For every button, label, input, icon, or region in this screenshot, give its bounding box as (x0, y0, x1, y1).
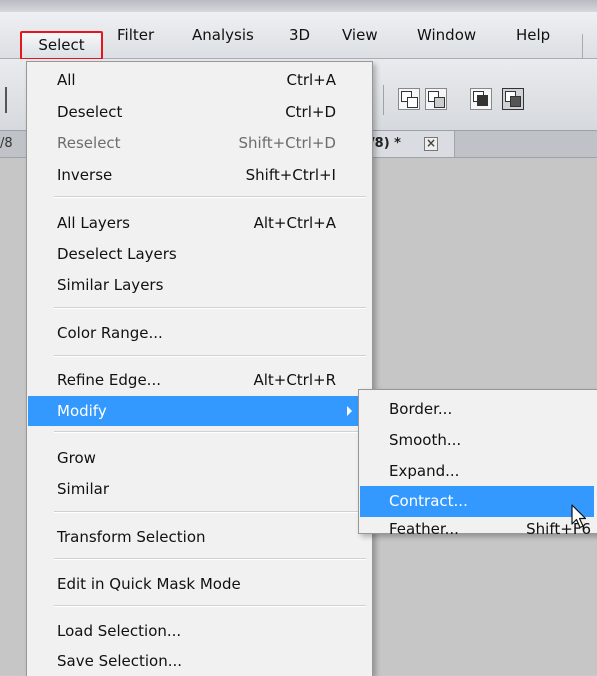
menu-bar: Select Filter Analysis 3D View Window He… (0, 12, 597, 62)
menu-item-all[interactable]: All Ctrl+A (28, 65, 369, 95)
menu-item-inverse[interactable]: Inverse Shift+Ctrl+I (28, 160, 369, 190)
menu-3d[interactable]: 3D (289, 12, 310, 58)
add-to-selection-icon[interactable] (425, 88, 447, 110)
submenu-item-border[interactable]: Border... (360, 394, 594, 425)
submenu-item-label: Smooth... (389, 431, 462, 449)
menu-select-label: Select (38, 36, 85, 54)
window-top-strip (0, 0, 597, 12)
menu-item-label: Modify (57, 402, 107, 420)
menu-filter[interactable]: Filter (117, 12, 154, 58)
menu-item-label: Transform Selection (57, 528, 206, 546)
menu-item-quick-mask[interactable]: Edit in Quick Mask Mode (28, 569, 369, 599)
mouse-pointer-icon (571, 504, 587, 529)
menu-item-label: Save Selection... (57, 652, 183, 670)
intersect-selection-icon[interactable] (502, 88, 524, 110)
menu-item-load-selection[interactable]: Load Selection... (28, 616, 369, 646)
options-bar-grip (5, 87, 7, 113)
menu-item-grow[interactable]: Grow (28, 443, 369, 473)
options-divider (383, 85, 384, 115)
menu-separator (54, 511, 366, 513)
menu-item-shortcut: Shift+Ctrl+I (245, 166, 336, 184)
menu-item-refine-edge[interactable]: Refine Edge... Alt+Ctrl+R (28, 365, 369, 395)
menu-item-label: All (57, 71, 76, 89)
submenu-item-label: Border... (389, 400, 453, 418)
menu-separator (54, 355, 366, 357)
menu-separator (54, 605, 366, 607)
menu-item-label: Color Range... (57, 324, 163, 342)
submenu-item-label: Contract... (389, 492, 468, 510)
menu-item-shortcut: Alt+Ctrl+R (253, 371, 336, 389)
menu-item-label: Deselect (57, 103, 123, 121)
menu-separator (54, 196, 366, 198)
submenu-arrow-icon (347, 406, 352, 416)
menu-window[interactable]: Window (417, 12, 476, 58)
menu-item-label: Grow (57, 449, 96, 467)
menu-item-label: Similar Layers (57, 276, 164, 294)
menu-item-label: Refine Edge... (57, 371, 161, 389)
menu-item-save-selection[interactable]: Save Selection... (28, 646, 369, 676)
modify-submenu: Border... Smooth... Expand... Contract..… (358, 389, 597, 538)
menu-item-similar-layers[interactable]: Similar Layers (28, 270, 369, 300)
menu-item-deselect[interactable]: Deselect Ctrl+D (28, 97, 369, 127)
menu-item-label: Similar (57, 480, 109, 498)
menu-item-color-range[interactable]: Color Range... (28, 318, 369, 348)
menu-separator (54, 558, 366, 560)
menu-item-label: Inverse (57, 166, 113, 184)
submenu-item-smooth[interactable]: Smooth... (360, 425, 594, 456)
submenu-item-expand[interactable]: Expand... (360, 456, 594, 487)
menu-item-label: All Layers (57, 214, 131, 232)
submenu-item-label: Expand... (389, 462, 460, 480)
menu-separator (54, 431, 366, 433)
menu-separator (54, 307, 366, 309)
menu-item-label: Load Selection... (57, 622, 182, 640)
select-dropdown-menu: All Ctrl+A Deselect Ctrl+D Reselect Shif… (26, 61, 373, 676)
menu-item-shortcut: Ctrl+A (286, 71, 336, 89)
previous-document-tab-edge[interactable]: /8 (0, 131, 20, 157)
menu-select[interactable]: Select (20, 31, 103, 60)
menu-analysis[interactable]: Analysis (192, 12, 254, 58)
new-selection-icon[interactable] (398, 88, 420, 110)
menu-item-transform-selection[interactable]: Transform Selection (28, 522, 369, 552)
menu-item-shortcut: Alt+Ctrl+A (253, 214, 336, 232)
menu-item-shortcut: Ctrl+D (285, 103, 336, 121)
submenu-item-feather[interactable]: Feather... Shift+F6 (360, 516, 594, 538)
menu-item-all-layers[interactable]: All Layers Alt+Ctrl+A (28, 208, 369, 238)
menu-bar-separator (582, 34, 583, 62)
menu-item-label: Reselect (57, 134, 121, 152)
menu-view[interactable]: View (342, 12, 378, 58)
menu-item-reselect[interactable]: Reselect Shift+Ctrl+D (28, 128, 369, 158)
submenu-item-contract[interactable]: Contract... (360, 486, 594, 517)
menu-help[interactable]: Help (516, 12, 550, 58)
menu-item-shortcut: Shift+Ctrl+D (238, 134, 336, 152)
menu-item-label: Edit in Quick Mask Mode (57, 575, 241, 593)
close-icon[interactable]: × (424, 137, 438, 151)
subtract-from-selection-icon[interactable] (470, 88, 492, 110)
menu-item-similar[interactable]: Similar (28, 474, 369, 504)
menu-item-deselect-layers[interactable]: Deselect Layers (28, 239, 369, 269)
submenu-item-label: Feather... (389, 520, 459, 538)
menu-item-label: Deselect Layers (57, 245, 177, 263)
menu-item-modify[interactable]: Modify (28, 396, 369, 426)
